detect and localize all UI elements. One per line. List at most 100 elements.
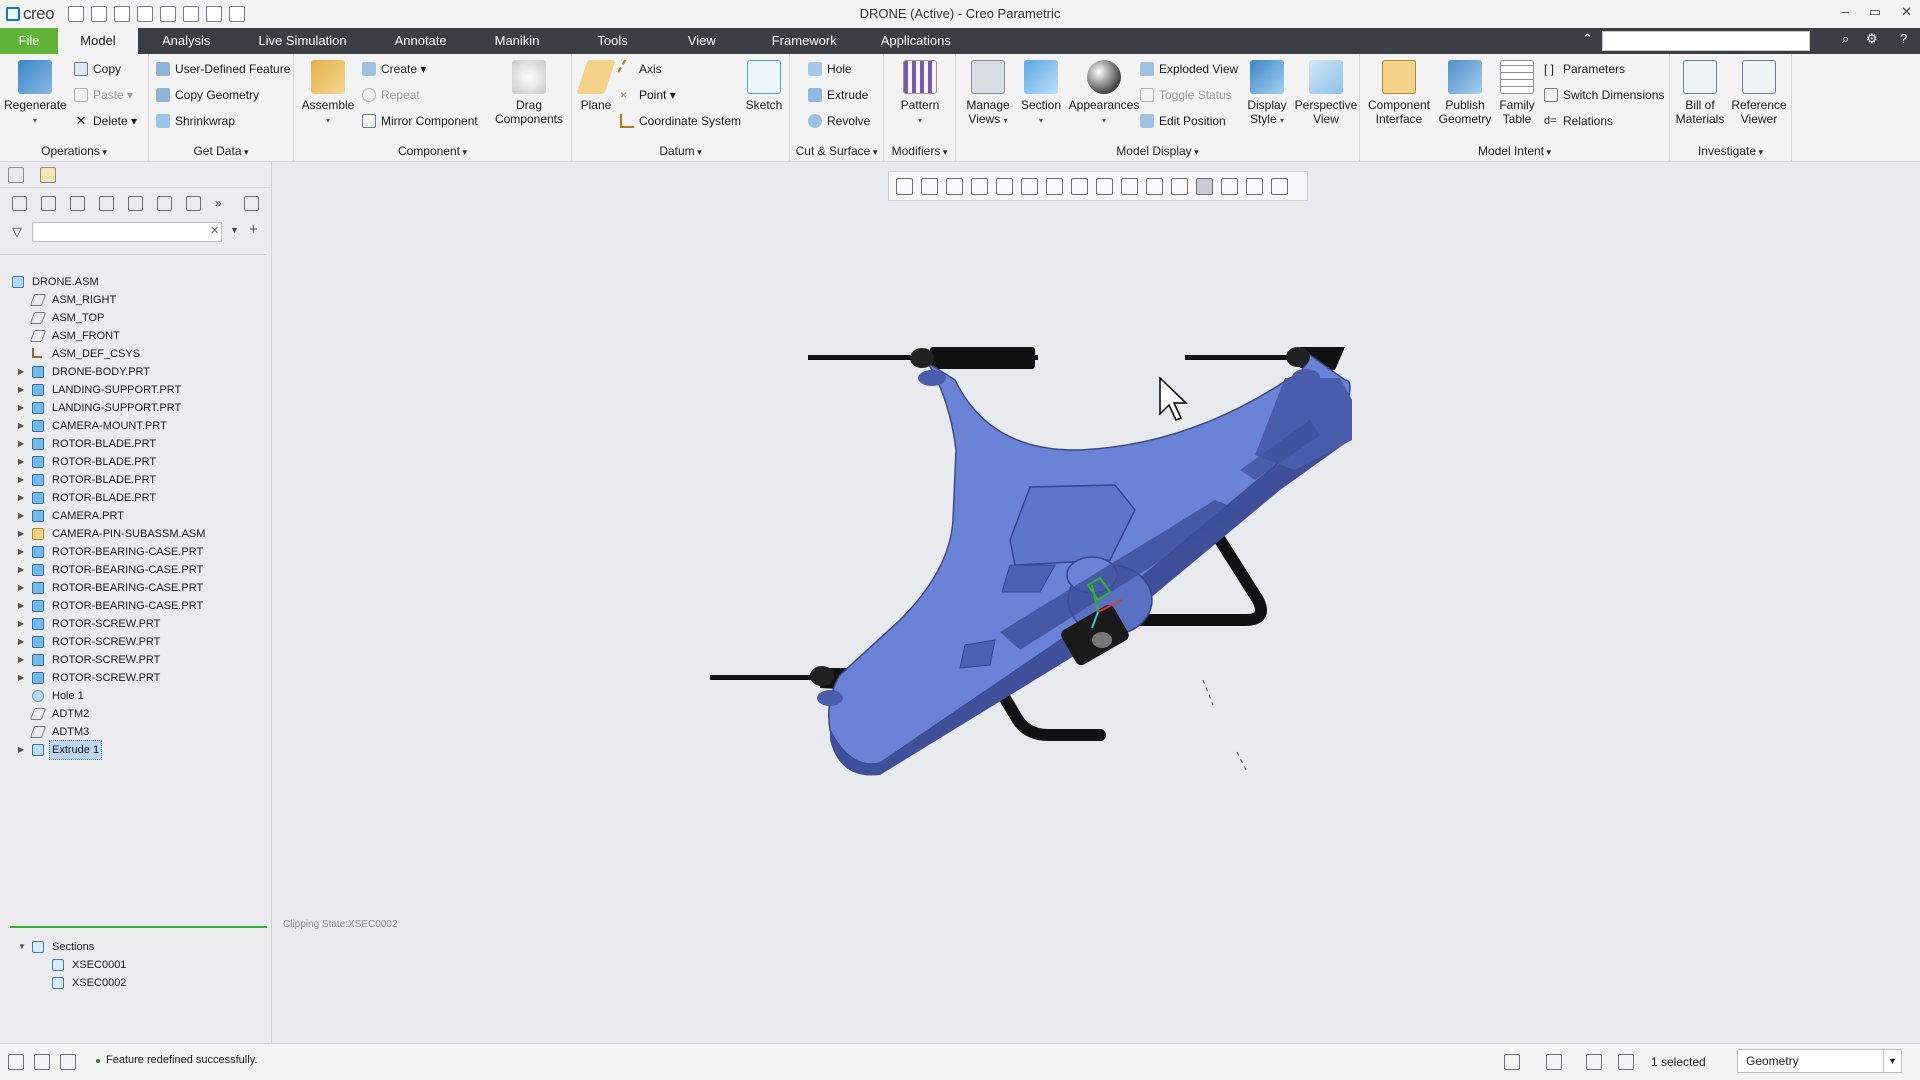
sketch-button[interactable]: Sketch <box>742 56 786 112</box>
tree-root[interactable]: DRONE.ASM <box>0 273 266 291</box>
regenerate-button[interactable]: Regenerate ▾ <box>4 56 67 128</box>
expand-arrow-icon[interactable]: ▶ <box>18 507 24 525</box>
reference-viewer-button[interactable]: Reference Viewer <box>1728 56 1790 126</box>
expand-arrow-icon[interactable]: ▶ <box>18 651 24 669</box>
find-icon[interactable] <box>1504 1054 1520 1070</box>
tree-item[interactable]: ▶ ROTOR-BEARING-CASE.PRT <box>0 579 266 597</box>
tree-item[interactable]: ▶ ROTOR-SCREW.PRT <box>0 651 266 669</box>
tree-item[interactable]: ▶ ROTOR-SCREW.PRT <box>0 633 266 651</box>
group-label-datum[interactable]: Datum <box>572 144 789 158</box>
group-label-operations[interactable]: Operations <box>0 144 148 158</box>
tree-item[interactable]: ▶ LANDING-SUPPORT.PRT <box>0 399 266 417</box>
add-filter-icon[interactable]: + <box>249 221 258 238</box>
bill-of-materials-button[interactable]: Bill of Materials <box>1672 56 1728 126</box>
extrude-button[interactable]: Extrude <box>808 88 868 102</box>
plane-button[interactable]: Plane <box>576 56 616 112</box>
preview-icon[interactable] <box>244 195 259 211</box>
clear-search-icon[interactable]: ✕ <box>210 224 219 237</box>
insert-here-indicator[interactable] <box>10 926 267 928</box>
drag-components-button[interactable]: Drag Components <box>490 56 568 126</box>
tree-item[interactable]: ▶ ROTOR-BEARING-CASE.PRT <box>0 597 266 615</box>
display-style-button[interactable]: Display Style ▾ <box>1240 56 1294 128</box>
tree-item[interactable]: ▶ ROTOR-BLADE.PRT <box>0 435 266 453</box>
full-screen-icon[interactable] <box>60 1054 76 1070</box>
pattern-button[interactable]: Pattern ▾ <box>892 56 948 128</box>
tree-item[interactable]: ADTM2 <box>0 705 266 723</box>
edit-position-button[interactable]: Edit Position <box>1140 114 1226 128</box>
tab-model[interactable]: Model <box>58 28 138 54</box>
tab-view[interactable]: View <box>662 28 742 54</box>
minimize-icon[interactable]: – <box>1842 4 1849 20</box>
expand-arrow-icon[interactable]: ▶ <box>18 381 24 399</box>
tab-applications[interactable]: Applications <box>867 28 965 54</box>
paste-button[interactable]: Paste ▾ <box>74 88 133 102</box>
copy-geometry-button[interactable]: Copy Geometry <box>156 88 259 102</box>
command-search-icon[interactable]: ⚙ <box>1866 31 1878 47</box>
regenerate-icon[interactable] <box>183 6 200 22</box>
tree-item[interactable]: ▶ CAMERA.PRT <box>0 507 266 525</box>
selection-filter-dropdown[interactable]: Geometry ▼ <box>1737 1049 1902 1073</box>
undo-icon[interactable] <box>137 6 154 22</box>
folder-browser-tab-icon[interactable] <box>40 166 56 183</box>
open-file-icon[interactable] <box>91 6 108 22</box>
repeat-button[interactable]: Repeat <box>362 88 420 102</box>
group-label-component[interactable]: Component <box>294 144 571 158</box>
tree-item[interactable]: ASM_FRONT <box>0 327 266 345</box>
new-file-icon[interactable] <box>68 6 85 22</box>
maximize-icon[interactable]: ▭ <box>1869 4 1881 20</box>
tree-item[interactable]: ▶ ROTOR-BEARING-CASE.PRT <box>0 543 266 561</box>
expand-arrow-icon[interactable]: ▶ <box>18 363 24 381</box>
delete-button[interactable]: ✕ Delete ▾ <box>74 114 138 128</box>
switch-dimensions-button[interactable]: Switch Dimensions <box>1544 88 1664 102</box>
tab-framework[interactable]: Framework <box>742 28 867 54</box>
tree-section-item[interactable]: XSEC0002 <box>0 974 266 992</box>
family-table-button[interactable]: Family Table <box>1494 56 1540 126</box>
windows-icon[interactable] <box>206 6 223 22</box>
group-label-model-display[interactable]: Model Display <box>956 144 1359 158</box>
expand-arrow-icon[interactable]: ▶ <box>18 633 24 651</box>
group-label-model-intent[interactable]: Model Intent <box>1360 144 1669 158</box>
smart-selection-icon[interactable] <box>1586 1054 1602 1070</box>
redo-icon[interactable] <box>160 6 177 22</box>
tab-tools[interactable]: Tools <box>563 28 661 54</box>
tree-item[interactable]: ▶ ROTOR-BEARING-CASE.PRT <box>0 561 266 579</box>
section-button[interactable]: Section ▾ <box>1016 56 1066 128</box>
tree-item[interactable]: ▶ CAMERA-PIN-SUBASSM.ASM <box>0 525 266 543</box>
more-icon[interactable]: » <box>215 196 230 211</box>
revolve-button[interactable]: Revolve <box>808 114 870 128</box>
component-interface-button[interactable]: Component Interface <box>1364 56 1434 126</box>
expand-arrow-icon[interactable]: ▶ <box>18 453 24 471</box>
tree-item[interactable]: Hole 1 <box>0 687 266 705</box>
close-icon[interactable]: ✕ <box>1901 4 1912 20</box>
tree-item[interactable]: ▶ Extrude 1 <box>0 740 266 760</box>
selection-box-icon[interactable] <box>1546 1054 1562 1070</box>
expand-arrow-icon[interactable]: ▶ <box>18 615 24 633</box>
layer-tree-icon[interactable] <box>128 195 143 211</box>
mirror-component-button[interactable]: Mirror Component <box>362 114 478 128</box>
search-input[interactable] <box>1602 31 1810 51</box>
exploded-view-button[interactable]: Exploded View <box>1140 62 1238 76</box>
filter-icon[interactable]: ▽ <box>12 224 22 240</box>
assemble-button[interactable]: Assemble ▾ <box>300 56 356 128</box>
tree-item[interactable]: ▶ DRONE-BODY.PRT <box>0 363 266 381</box>
tree-settings-icon[interactable] <box>41 195 56 211</box>
point-button[interactable]: × Point ▾ <box>620 88 676 102</box>
tab-live-simulation[interactable]: Live Simulation <box>234 28 370 54</box>
relations-button[interactable]: d= Relations <box>1544 114 1613 128</box>
tab-manikin[interactable]: Manikin <box>471 28 564 54</box>
appearances-button[interactable]: Appearances ▾ <box>1066 56 1142 128</box>
expand-arrow-icon[interactable]: ▶ <box>18 525 24 543</box>
toggle-status-button[interactable]: Toggle Status <box>1140 88 1232 102</box>
tree-columns-icon[interactable] <box>99 195 114 211</box>
search-dropdown-icon[interactable]: ▼ <box>230 225 239 235</box>
tree-item[interactable]: ADTM3 <box>0 723 266 741</box>
show-navigator-icon[interactable] <box>8 1054 24 1070</box>
help-icon[interactable]: ? <box>1900 31 1907 46</box>
tree-item[interactable]: ▶ ROTOR-SCREW.PRT <box>0 615 266 633</box>
tree-item[interactable]: ASM_DEF_CSYS <box>0 345 266 363</box>
expand-arrow-icon[interactable]: ▶ <box>18 669 24 687</box>
group-label-get-data[interactable]: Get Data <box>149 144 293 158</box>
selection-filter-icon[interactable] <box>1618 1054 1634 1070</box>
collapse-ribbon-icon[interactable]: ⌃ <box>1582 31 1593 47</box>
publish-geometry-button[interactable]: Publish Geometry <box>1436 56 1494 126</box>
